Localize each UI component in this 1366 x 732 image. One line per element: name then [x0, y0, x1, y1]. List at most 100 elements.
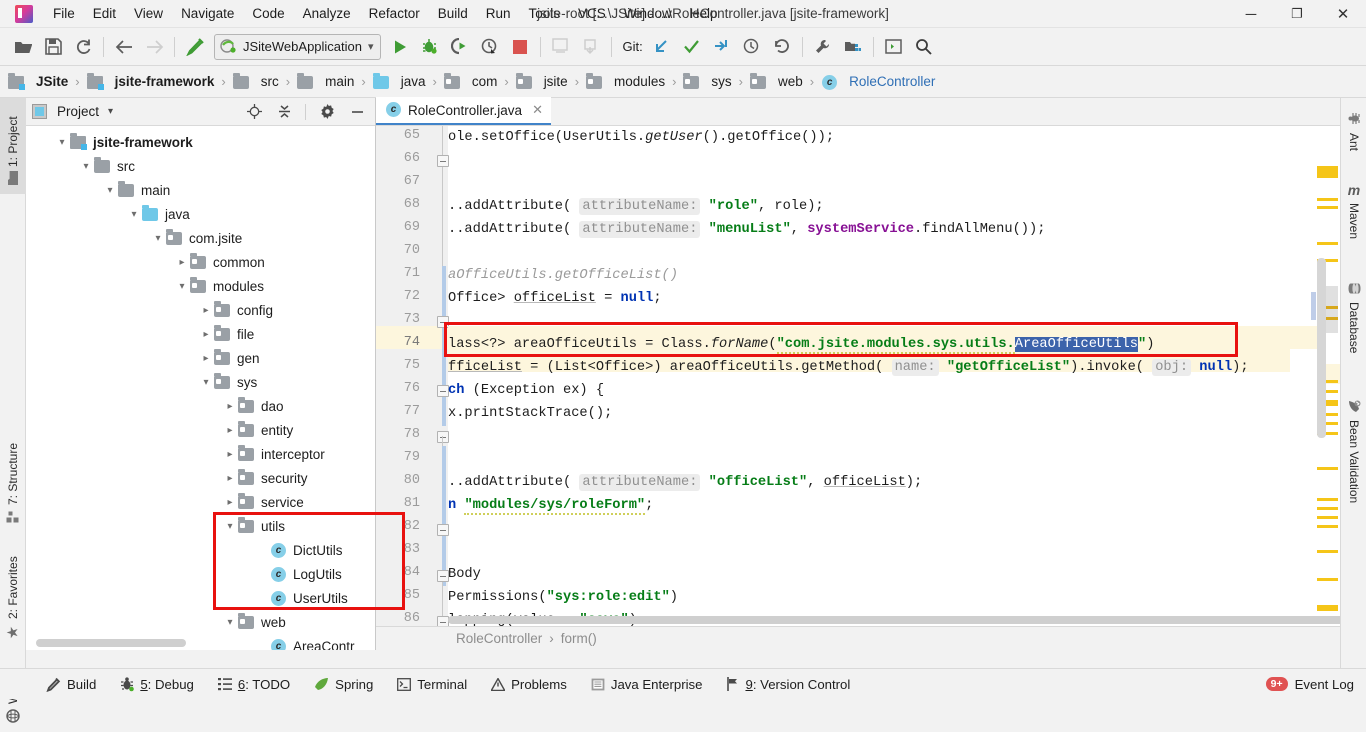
tree-node-config[interactable]: ▸ config [26, 298, 375, 322]
chevron-right-icon[interactable]: ▸ [198, 326, 214, 342]
tree-node-interceptor[interactable]: ▸ interceptor [26, 442, 375, 466]
chevron-right-icon[interactable]: ▸ [222, 422, 238, 438]
tree-node-security[interactable]: ▸ security [26, 466, 375, 490]
project-tree[interactable]: ▾ jsite-framework ▾ src ▾ main ▾ java ▾ … [26, 126, 375, 650]
chevron-down-icon[interactable]: ▾ [54, 134, 70, 150]
chevron-down-icon[interactable]: ▾ [108, 106, 113, 117]
breadcrumb-item-modules[interactable]: modules [586, 72, 665, 90]
status-item-java-enterprise[interactable]: Java Enterprise [579, 673, 715, 696]
event-log-label[interactable]: Event Log [1295, 677, 1354, 692]
chevron-right-icon[interactable]: ▸ [222, 470, 238, 486]
menu-vcs[interactable]: VCS [569, 2, 615, 25]
back-icon[interactable] [109, 33, 139, 61]
editor-breadcrumb-method[interactable]: form() [561, 631, 597, 646]
git-pull-icon[interactable] [647, 33, 677, 61]
locate-target-icon[interactable] [242, 101, 266, 123]
tree-node-jsite-framework[interactable]: ▾ jsite-framework [26, 130, 375, 154]
menu-tools[interactable]: Tools [520, 2, 570, 25]
maximize-button[interactable]: ❐ [1274, 0, 1320, 28]
settings-wrench-icon[interactable] [808, 33, 838, 61]
editor-breadcrumb-class[interactable]: RoleController [456, 631, 542, 646]
chevron-right-icon[interactable]: ▸ [174, 254, 190, 270]
status-item-version-control[interactable]: 9: Version Control [714, 673, 862, 696]
chevron-down-icon[interactable]: ▾ [126, 206, 142, 222]
chevron-right-icon[interactable]: ▸ [198, 302, 214, 318]
tree-node-java[interactable]: ▾ java [26, 202, 375, 226]
chevron-right-icon[interactable]: ▸ [222, 494, 238, 510]
chevron-right-icon[interactable]: ▸ [222, 398, 238, 414]
git-rollback-icon[interactable] [767, 33, 797, 61]
editor-gutter[interactable]: 65 66 67 68 69 70 71 72 73 74 75 76 77 7… [376, 126, 449, 626]
tree-node-com-jsite[interactable]: ▾ com.jsite [26, 226, 375, 250]
chevron-down-icon[interactable]: ▾ [222, 614, 238, 630]
tree-node-userutils[interactable]: c UserUtils [26, 586, 375, 610]
sidebar-item-ant[interactable]: Ant [1341, 106, 1366, 168]
profile-icon[interactable] [475, 33, 505, 61]
editor-marker-stripe[interactable] [1311, 154, 1340, 611]
breadcrumb-item-sys[interactable]: sys [683, 72, 732, 90]
breadcrumb-item-java[interactable]: java [372, 72, 425, 90]
code-editor[interactable]: 65 66 67 68 69 70 71 72 73 74 75 76 77 7… [376, 126, 1340, 626]
status-item-build[interactable]: Build [34, 673, 108, 696]
code-text[interactable]: ole.setOffice(UserUtils.getUser().getOff… [448, 126, 1340, 626]
run-configuration-selector[interactable]: JSiteWebApplication ▾ [214, 33, 381, 60]
run-with-coverage-icon[interactable] [445, 33, 475, 61]
tree-node-sys[interactable]: ▾ sys [26, 370, 375, 394]
menu-build[interactable]: Build [429, 2, 477, 25]
chevron-down-icon[interactable]: ▾ [102, 182, 118, 198]
breadcrumb-item-jsite[interactable]: JSite [8, 72, 68, 90]
chevron-down-icon[interactable]: ▾ [368, 40, 374, 53]
editor-hscrollbar[interactable] [448, 616, 1340, 624]
sidebar-item-maven[interactable]: m Maven [1341, 178, 1366, 262]
chevron-down-icon[interactable]: ▾ [78, 158, 94, 174]
sidebar-item-structure[interactable]: 7: Structure [0, 428, 26, 532]
forward-icon[interactable] [139, 33, 169, 61]
menu-run[interactable]: Run [477, 2, 520, 25]
collapse-all-icon[interactable] [272, 101, 296, 123]
editor-vscrollbar[interactable] [1317, 258, 1326, 438]
status-item-terminal[interactable]: Terminal [385, 673, 479, 696]
menu-window[interactable]: Window [615, 2, 681, 25]
menu-bar[interactable]: File Edit View Navigate Code Analyze Ref… [44, 2, 727, 25]
status-item-debug[interactable]: 5: Debug [108, 673, 206, 696]
stop-icon[interactable] [505, 33, 535, 61]
update-project-icon[interactable] [546, 33, 576, 61]
menu-navigate[interactable]: Navigate [172, 2, 243, 25]
tree-node-main[interactable]: ▾ main [26, 178, 375, 202]
tree-node-modules[interactable]: ▾ modules [26, 274, 375, 298]
menu-view[interactable]: View [125, 2, 172, 25]
project-tree-hscrollbar[interactable] [36, 639, 186, 647]
chevron-down-icon[interactable]: ▾ [150, 230, 166, 246]
chevron-right-icon[interactable]: ▸ [198, 350, 214, 366]
tree-node-dao[interactable]: ▸ dao [26, 394, 375, 418]
search-everywhere-icon[interactable] [909, 33, 939, 61]
save-all-icon[interactable] [38, 33, 68, 61]
terminal-window-icon[interactable] [879, 33, 909, 61]
menu-code[interactable]: Code [243, 2, 293, 25]
breadcrumb-item-rolecontroller[interactable]: c RoleController [821, 74, 935, 90]
breadcrumb-item-jsite-framework[interactable]: jsite-framework [86, 72, 214, 90]
git-history-icon[interactable] [737, 33, 767, 61]
status-item-problems[interactable]: Problems [479, 673, 579, 696]
close-icon[interactable]: ✕ [532, 102, 543, 118]
tree-node-web[interactable]: ▾ web [26, 610, 375, 634]
hide-minimize-icon[interactable] [345, 101, 369, 123]
breadcrumb-item-src[interactable]: src [232, 72, 279, 90]
breadcrumb-item-main[interactable]: main [297, 72, 354, 90]
sidebar-item-database[interactable]: Database [1341, 276, 1366, 380]
chevron-down-icon[interactable]: ▾ [198, 374, 214, 390]
debug-icon[interactable] [415, 33, 445, 61]
sidebar-item-favorites[interactable]: ★ 2: Favorites [0, 542, 26, 652]
tree-node-entity[interactable]: ▸ entity [26, 418, 375, 442]
tree-node-src[interactable]: ▾ src [26, 154, 375, 178]
close-button[interactable]: ✕ [1320, 0, 1366, 28]
breadcrumb-item-web[interactable]: web [750, 72, 803, 90]
tree-node-gen[interactable]: ▸ gen [26, 346, 375, 370]
menu-file[interactable]: File [44, 2, 84, 25]
commit-icon[interactable] [576, 33, 606, 61]
status-item-todo[interactable]: 6: TODO [206, 673, 302, 696]
chevron-down-icon[interactable]: ▾ [222, 518, 238, 534]
status-item-spring[interactable]: Spring [302, 673, 385, 696]
menu-edit[interactable]: Edit [84, 2, 125, 25]
open-folder-icon[interactable] [8, 33, 38, 61]
